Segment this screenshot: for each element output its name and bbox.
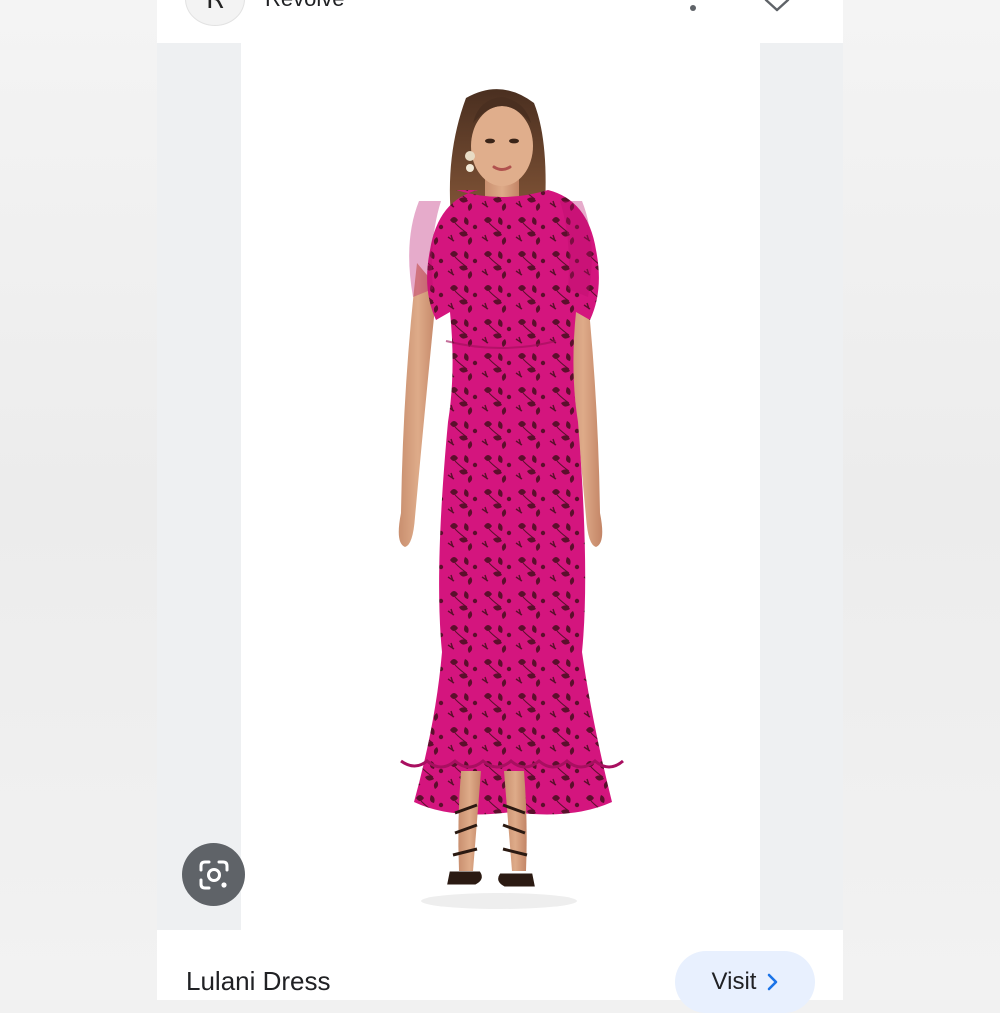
- product-title[interactable]: Lulani Dress: [186, 966, 331, 997]
- image-viewer-sheet: R Revolve: [157, 0, 843, 1013]
- background-left: [0, 0, 157, 1000]
- chevron-right-icon: [768, 973, 778, 991]
- source-name[interactable]: Revolve: [265, 0, 344, 12]
- dress-photo: [398, 89, 624, 909]
- google-lens-icon: [199, 860, 228, 889]
- background-right: [843, 0, 1000, 1000]
- visit-button[interactable]: Visit: [675, 951, 815, 1013]
- image-frame: [157, 43, 843, 930]
- result-footer: Lulani Dress Visit: [157, 930, 843, 1013]
- product-image[interactable]: [241, 43, 760, 930]
- source-initial: R: [205, 0, 225, 15]
- visit-label: Visit: [711, 968, 757, 995]
- source-avatar[interactable]: R: [185, 0, 245, 26]
- google-lens-button[interactable]: [182, 843, 245, 906]
- close-icon[interactable]: [763, 0, 791, 14]
- viewer-header: R Revolve: [157, 0, 843, 42]
- more-vert-icon[interactable]: [683, 0, 703, 14]
